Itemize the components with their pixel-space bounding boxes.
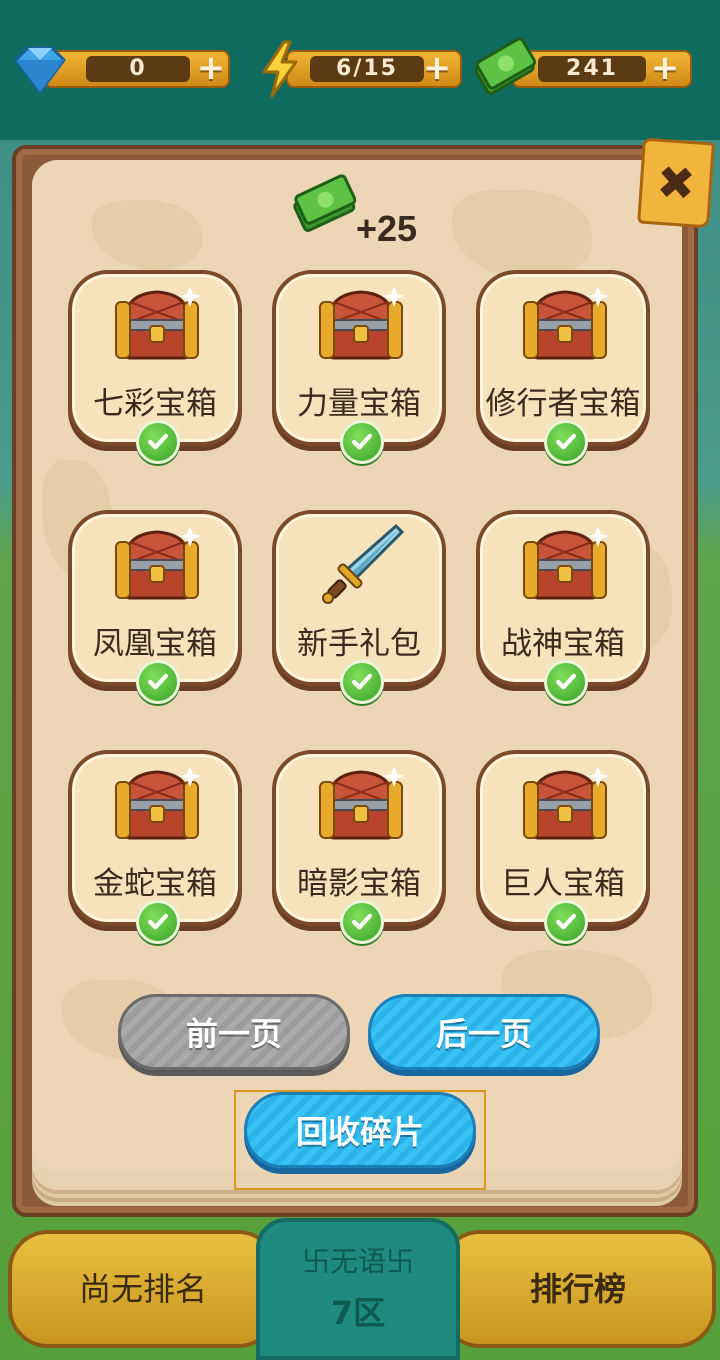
item-card[interactable]: 力量宝箱	[272, 270, 446, 464]
gem-value: 0	[86, 56, 190, 82]
close-icon: ✖	[654, 154, 698, 212]
cash-icon	[474, 37, 536, 95]
item-label: 金蛇宝箱	[93, 866, 217, 902]
treasure-chest-icon	[110, 522, 204, 608]
item-card[interactable]: 修行者宝箱	[476, 270, 650, 464]
energy-value: 6/15	[310, 56, 424, 82]
reward-header: +25	[290, 172, 450, 252]
item-card[interactable]: 七彩宝箱	[68, 270, 242, 464]
diamond-icon	[14, 46, 66, 95]
sword-icon	[314, 522, 408, 608]
item-card[interactable]: 新手礼包	[272, 510, 446, 704]
reward-amount: +25	[356, 208, 418, 249]
item-label: 七彩宝箱	[93, 386, 217, 422]
energy-counter: 6/15 +	[256, 40, 462, 98]
checkmark-icon	[340, 900, 384, 944]
cash-counter: 241 +	[472, 37, 692, 95]
item-label: 修行者宝箱	[485, 386, 641, 422]
checkmark-icon	[136, 660, 180, 704]
checkmark-icon	[340, 420, 384, 464]
server-zone: 7区	[330, 1294, 386, 1332]
item-card[interactable]: 暗影宝箱	[272, 750, 446, 944]
checkmark-icon	[340, 660, 384, 704]
item-label: 巨人宝箱	[501, 866, 625, 902]
treasure-chest-icon	[110, 762, 204, 848]
cash-reward-icon	[293, 174, 356, 232]
close-button[interactable]: ✖	[637, 137, 715, 229]
add-gems-button[interactable]: +	[196, 51, 226, 85]
treasure-chest-icon	[110, 282, 204, 368]
checkmark-icon	[544, 660, 588, 704]
item-label: 战神宝箱	[501, 626, 625, 662]
treasure-chest-icon	[314, 762, 408, 848]
leaderboard-label: 排行榜	[529, 1270, 626, 1308]
add-cash-button[interactable]: +	[650, 51, 680, 85]
checkmark-icon	[136, 420, 180, 464]
item-card[interactable]: 金蛇宝箱	[68, 750, 242, 944]
item-label: 新手礼包	[297, 626, 421, 662]
item-label: 力量宝箱	[297, 386, 421, 422]
player-info: 卐无语卐 7区	[256, 1218, 460, 1360]
treasure-chest-icon	[518, 762, 612, 848]
prev-page-button[interactable]: 前一页	[118, 994, 350, 1070]
checkmark-icon	[544, 420, 588, 464]
cash-value: 241	[538, 56, 646, 82]
treasure-chest-icon	[518, 282, 612, 368]
gem-counter: 0 +	[8, 46, 230, 95]
leaderboard-button[interactable]: 排行榜	[440, 1230, 716, 1348]
checkmark-icon	[544, 900, 588, 944]
player-nickname: 卐无语卐	[301, 1245, 414, 1278]
item-card[interactable]: 战神宝箱	[476, 510, 650, 704]
treasure-chest-icon	[518, 522, 612, 608]
rank-display: 尚无排名	[8, 1230, 278, 1348]
rank-label: 尚无排名	[78, 1270, 207, 1308]
checkmark-icon	[136, 900, 180, 944]
treasure-chest-icon	[314, 282, 408, 368]
item-card[interactable]: 巨人宝箱	[476, 750, 650, 944]
item-card[interactable]: 凤凰宝箱	[68, 510, 242, 704]
item-label: 凤凰宝箱	[93, 626, 217, 662]
add-energy-button[interactable]: +	[422, 51, 452, 85]
lightning-icon	[262, 40, 298, 98]
recycle-fragments-button[interactable]: 回收碎片	[244, 1092, 476, 1168]
next-page-button[interactable]: 后一页	[368, 994, 600, 1070]
item-label: 暗影宝箱	[297, 866, 421, 902]
